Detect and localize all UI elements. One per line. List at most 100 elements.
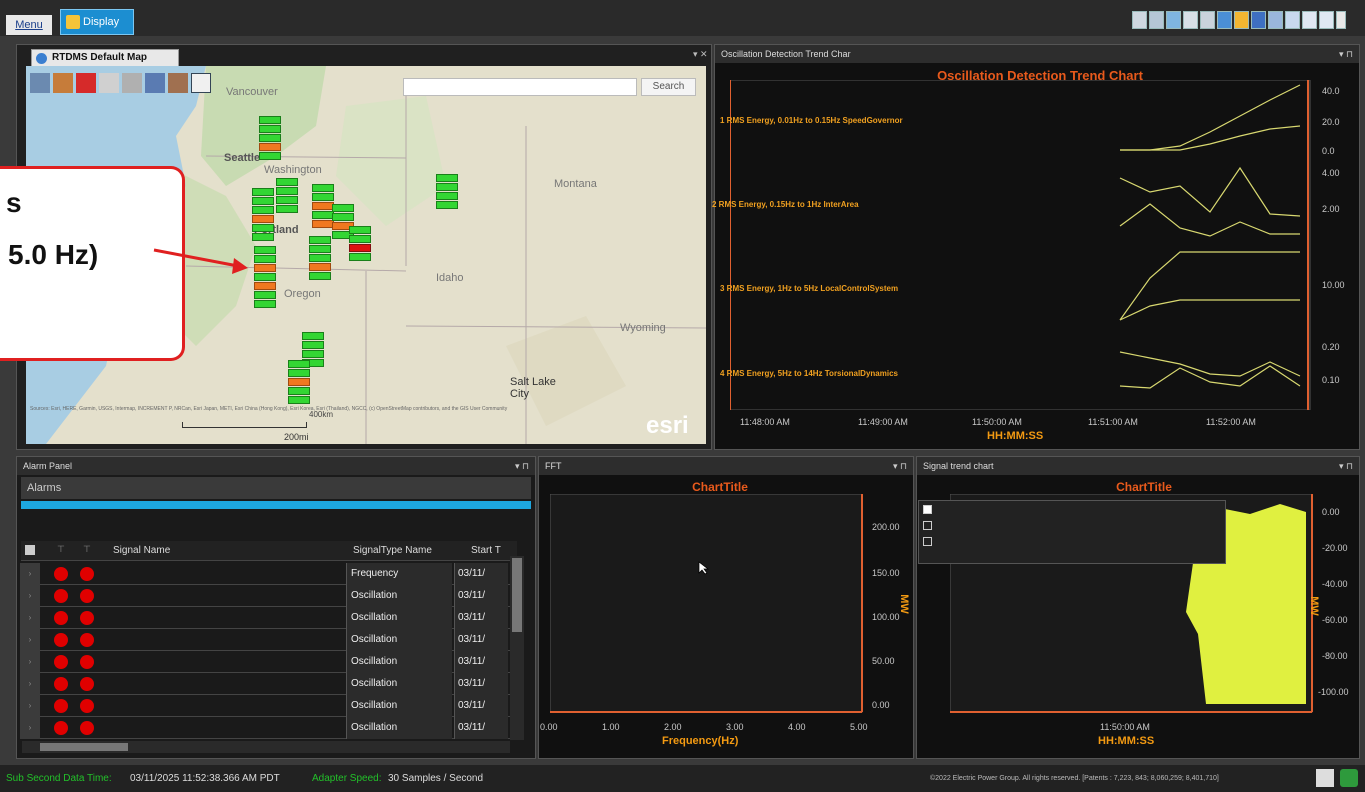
picture-icon[interactable] — [168, 73, 188, 93]
menu-button[interactable]: Menu — [6, 15, 52, 35]
trend-legend[interactable] — [918, 500, 1226, 564]
table-row[interactable]: › Oscillation 03/11/ — [20, 695, 516, 717]
mouse-cursor-icon — [698, 561, 710, 575]
pmu-bar[interactable] — [312, 184, 334, 229]
flag-icon[interactable] — [76, 73, 96, 93]
table-row[interactable]: › Oscillation 03/11/ — [20, 673, 516, 695]
osc-ytick: 0.20 — [1322, 342, 1340, 352]
callout-line2: 5.0 Hz) — [8, 239, 99, 270]
filter-icon[interactable]: ⊤ — [57, 544, 65, 555]
status-time-label: Sub Second Data Time: — [6, 773, 112, 784]
doc-icon[interactable] — [1285, 11, 1300, 29]
pmu-bar[interactable] — [259, 116, 281, 161]
fft-ytick: 150.00 — [872, 568, 900, 578]
grid-icon[interactable] — [1251, 11, 1266, 29]
map-label-montana: Montana — [554, 178, 597, 190]
fft-ytick: 50.00 — [872, 656, 895, 666]
trend-ylabel: MW — [1307, 596, 1320, 616]
table-icon[interactable] — [99, 73, 119, 93]
pmu-bar[interactable] — [288, 360, 310, 405]
series-label-4: 4 RMS Energy, 5Hz to 14Hz TorsionalDynam… — [720, 369, 898, 378]
panel-controls[interactable]: ▾ ⊓ — [1339, 45, 1353, 63]
col-start-time[interactable]: Start T — [471, 545, 501, 556]
window-icon[interactable] — [1268, 11, 1283, 29]
vertical-scrollbar[interactable] — [510, 556, 524, 740]
settings-icon[interactable] — [1319, 11, 1334, 29]
print-icon[interactable] — [122, 73, 142, 93]
grid-menu-icon[interactable] — [25, 545, 35, 555]
trend-xlabel: HH:MM:SS — [1098, 735, 1155, 747]
table-row[interactable]: › Oscillation 03/11/ — [20, 717, 516, 739]
fft-xlabel: Frequency(Hz) — [662, 735, 739, 747]
map-attribution: Sources: Esri, HERE, Garmin, USGS, Inter… — [30, 406, 508, 412]
panel-controls[interactable]: ▾ ⊓ — [515, 457, 529, 475]
save-icon[interactable] — [1132, 11, 1147, 29]
display-button[interactable]: Display — [60, 9, 134, 35]
trend-ytick: -40.00 — [1322, 579, 1348, 589]
osc-xtick: 11:52:00 AM — [1206, 417, 1256, 427]
osc-ytick: 20.0 — [1322, 117, 1340, 127]
panel-controls[interactable]: ▾ ⊓ — [893, 457, 907, 475]
globe-icon[interactable] — [1166, 11, 1181, 29]
alarm-panel-header: Alarm Panel ▾ ⊓ — [17, 457, 535, 475]
map-panel-controls[interactable]: ▾ ✕ — [693, 49, 708, 60]
legend-checkbox[interactable] — [923, 521, 932, 530]
table-row[interactable]: › Oscillation 03/11/ — [20, 629, 516, 651]
scale-bar — [182, 422, 307, 428]
legend-checkbox[interactable] — [923, 505, 932, 514]
map-label-washington: Washington — [264, 164, 322, 176]
table-row[interactable]: › Frequency 03/11/ — [20, 563, 516, 585]
download-icon[interactable] — [1316, 769, 1334, 787]
legend-checkbox[interactable] — [923, 537, 932, 546]
status-time-value: 03/11/2025 11:52:38.366 AM PDT — [130, 773, 280, 784]
dropdown-icon[interactable] — [1336, 11, 1346, 29]
map-search-input[interactable] — [403, 78, 637, 96]
chart-icon[interactable] — [1183, 11, 1198, 29]
pmu-bar[interactable] — [436, 174, 458, 210]
copyright-text: ©2022 Electric Power Group. All rights r… — [930, 775, 1219, 782]
pmu-bar[interactable] — [276, 178, 298, 214]
map-label-wyoming: Wyoming — [620, 322, 666, 334]
table-row[interactable]: › Oscillation 03/11/ — [20, 607, 516, 629]
user-icon[interactable] — [1217, 11, 1232, 29]
zoom-icon[interactable] — [145, 73, 165, 93]
fft-ytick: 0.00 — [872, 700, 890, 710]
col-signal-name[interactable]: Signal Name — [113, 545, 170, 556]
signal-type-cell: Oscillation — [346, 717, 452, 739]
series-label-1: 1 RMS Energy, 0.01Hz to 0.15Hz SpeedGove… — [720, 116, 903, 125]
help-icon[interactable] — [1302, 11, 1317, 29]
toolbar-icons — [1132, 11, 1346, 31]
fft-ytick: 200.00 — [872, 522, 900, 532]
alarms-subheader: Alarms — [21, 477, 531, 499]
layers-icon[interactable] — [30, 73, 50, 93]
map-tab[interactable]: RTDMS Default Map — [31, 49, 179, 67]
list-icon[interactable] — [1200, 11, 1215, 29]
map-label-oregon: Oregon — [284, 288, 321, 300]
legend-icon[interactable] — [53, 73, 73, 93]
globe-status-icon[interactable] — [1340, 769, 1358, 787]
map-toolbar — [30, 73, 211, 95]
osc-panel-header: Oscillation Detection Trend Char ▾ ⊓ — [715, 45, 1359, 63]
start-time-cell: 03/11/ — [454, 695, 508, 717]
alarms-filter-strip[interactable] — [21, 501, 531, 509]
table-row[interactable]: › Oscillation 03/11/ — [20, 585, 516, 607]
pmu-bar[interactable] — [349, 226, 371, 262]
pmu-bar[interactable] — [309, 236, 331, 281]
pan-icon[interactable] — [191, 73, 211, 93]
signal-type-cell: Oscillation — [346, 629, 452, 651]
fft-xtick: 4.00 — [788, 722, 806, 732]
filter-icon[interactable]: ⊤ — [83, 544, 91, 555]
fft-xtick: 5.00 — [850, 722, 868, 732]
map-search-button[interactable]: Search — [641, 78, 696, 96]
osc-ytick: 0.0 — [1322, 146, 1335, 156]
fft-xtick: 3.00 — [726, 722, 744, 732]
camera-icon[interactable] — [1149, 11, 1164, 29]
panel-controls[interactable]: ▾ ⊓ — [1339, 457, 1353, 475]
layout-icon[interactable] — [1234, 11, 1249, 29]
col-signal-type[interactable]: SignalType Name — [353, 545, 432, 556]
table-row[interactable]: › Oscillation 03/11/ — [20, 651, 516, 673]
start-time-cell: 03/11/ — [454, 629, 508, 651]
horizontal-scrollbar[interactable] — [22, 741, 510, 753]
rtdms-app: Menu Display RTDMS Default Map ▾ ✕ Vanco… — [0, 0, 1365, 792]
osc-ytick: 4.00 — [1322, 168, 1340, 178]
